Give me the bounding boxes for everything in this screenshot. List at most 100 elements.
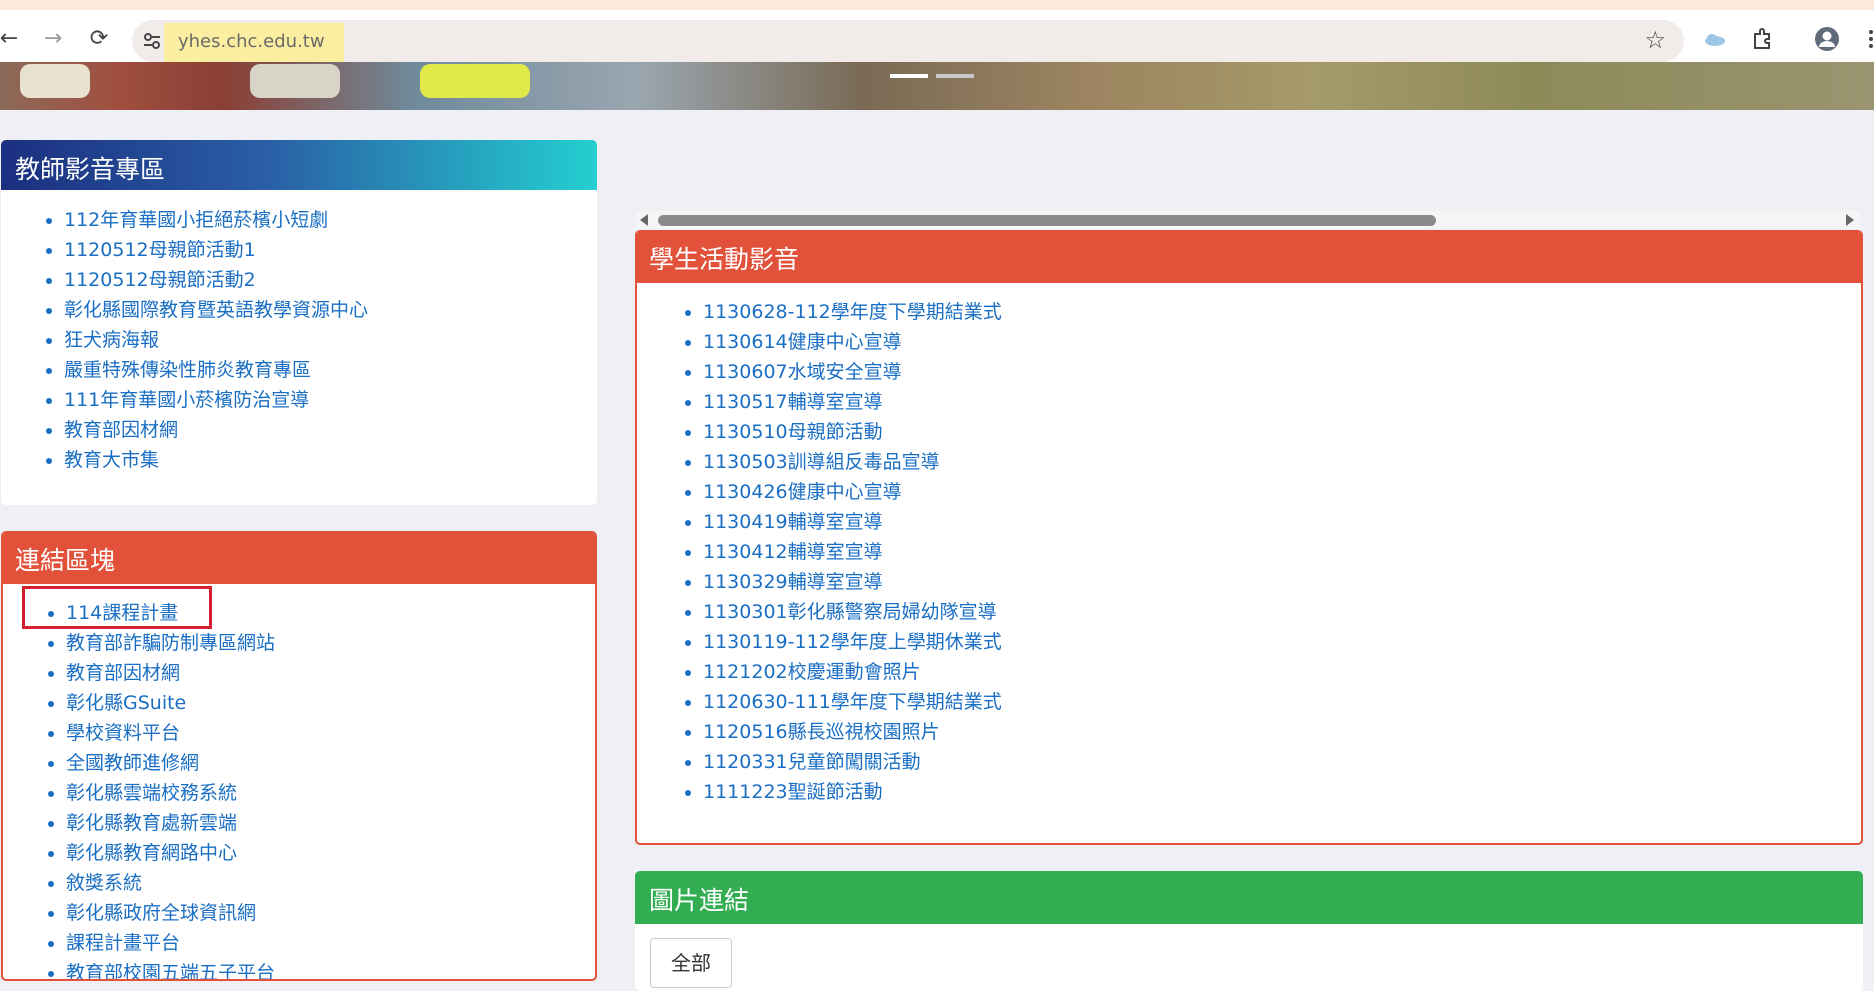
link-text[interactable]: 1120512母親節活動1 [64,239,256,261]
link-text[interactable]: 1130419輔導室宣導 [703,511,883,533]
list-item[interactable]: 教育部因材網 [66,658,595,688]
link-text[interactable]: 嚴重特殊傳染性肺炎教育專區 [64,359,311,381]
list-item[interactable]: 1130419輔導室宣導 [703,507,1861,537]
list-item[interactable]: 彰化縣政府全球資訊網 [66,898,595,928]
list-item[interactable]: 教育大市集 [64,445,597,475]
link-text[interactable]: 彰化縣教育網路中心 [66,842,237,864]
extensions-puzzle-icon[interactable] [1748,24,1778,54]
link-text[interactable]: 1130517輔導室宣導 [703,391,883,413]
link-text[interactable]: 1130510母親節活動 [703,421,883,443]
list-item[interactable]: 1130517輔導室宣導 [703,387,1861,417]
list-item[interactable]: 1130503訓導組反毒品宣導 [703,447,1861,477]
link-text[interactable]: 1130412輔導室宣導 [703,541,883,563]
list-item[interactable]: 全國教師進修網 [66,748,595,778]
address-bar[interactable]: yhes.chc.edu.tw ☆ [132,20,1684,63]
link-text[interactable]: 教育部校園五端五子平台 [66,962,275,979]
link-text[interactable]: 1120331兒童節闖關活動 [703,751,921,773]
list-item[interactable]: 1121202校慶運動會照片 [703,657,1861,687]
list-item[interactable]: 彰化縣教育處新雲端 [66,808,595,838]
list-item[interactable]: 1120331兒童節闖關活動 [703,747,1861,777]
all-filter-button[interactable]: 全部 [650,938,732,988]
link-text[interactable]: 彰化縣政府全球資訊網 [66,902,256,924]
list-item[interactable]: 1130119-112學年度上學期休業式 [703,627,1861,657]
horizontal-scrollbar[interactable] [636,211,1860,229]
link-text[interactable]: 彰化縣教育處新雲端 [66,812,237,834]
link-text[interactable]: 1121202校慶運動會照片 [703,661,921,683]
teacher-video-panel: 教師影音專區 112年育華國小拒絕菸檳小短劇 1120512母親節活動1 112… [1,140,597,505]
list-item[interactable]: 112年育華國小拒絕菸檳小短劇 [64,205,597,235]
link-text[interactable]: 全國教師進修網 [66,752,199,774]
list-item[interactable]: 1120512母親節活動2 [64,265,597,295]
list-item[interactable]: 1130607水域安全宣導 [703,357,1861,387]
bookmark-star-icon[interactable]: ☆ [1644,26,1666,54]
list-item[interactable]: 彰化縣教育網路中心 [66,838,595,868]
list-item[interactable]: 狂犬病海報 [64,325,597,355]
list-item[interactable]: 敘獎系統 [66,868,595,898]
link-text[interactable]: 教育部詐騙防制專區網站 [66,632,275,654]
list-item[interactable]: 1111223聖誕節活動 [703,777,1861,807]
list-item[interactable]: 課程計畫平台 [66,928,595,958]
list-item[interactable]: 1120512母親節活動1 [64,235,597,265]
link-text[interactable]: 教育部因材網 [66,662,180,684]
list-item[interactable]: 1130329輔導室宣導 [703,567,1861,597]
link-text[interactable]: 1130607水域安全宣導 [703,361,902,383]
menu-more-icon[interactable] [1856,24,1874,54]
forward-icon[interactable]: → [38,24,68,54]
list-item[interactable]: 1130426健康中心宣導 [703,477,1861,507]
link-text[interactable]: 教育大市集 [64,449,159,471]
link-text[interactable]: 1120516縣長巡視校園照片 [703,721,940,743]
list-item[interactable]: 1130628-112學年度下學期結業式 [703,297,1861,327]
list-item[interactable]: 1130412輔導室宣導 [703,537,1861,567]
link-text[interactable]: 狂犬病海報 [64,329,159,351]
reload-icon[interactable]: ⟳ [84,24,114,54]
link-text[interactable]: 教育部因材網 [64,419,178,441]
list-item[interactable]: 彰化縣雲端校務系統 [66,778,595,808]
image-links-panel: 圖片連結 全部 [635,871,1863,991]
profile-avatar-icon[interactable] [1812,24,1842,54]
highlight-annotation-box [22,586,212,629]
list-item[interactable]: 教育部詐騙防制專區網站 [66,628,595,658]
list-item[interactable]: 教育部校園五端五子平台 [66,958,595,979]
student-video-panel: 學生活動影音 1130628-112學年度下學期結業式 1130614健康中心宣… [635,230,1863,845]
link-text[interactable]: 1120512母親節活動2 [64,269,256,291]
panel-title: 教師影音專區 [1,140,597,190]
link-text[interactable]: 112年育華國小拒絕菸檳小短劇 [64,209,328,231]
cloud-extension-icon[interactable] [1700,24,1730,54]
link-text[interactable]: 1130628-112學年度下學期結業式 [703,301,1002,323]
list-item[interactable]: 1130510母親節活動 [703,417,1861,447]
link-text[interactable]: 1130329輔導室宣導 [703,571,883,593]
links-list: 114課程計畫 教育部詐騙防制專區網站 教育部因材網 彰化縣GSuite 學校資… [3,584,595,979]
link-text[interactable]: 1130301彰化縣警察局婦幼隊宣導 [703,601,997,623]
list-item[interactable]: 1130301彰化縣警察局婦幼隊宣導 [703,597,1861,627]
link-text[interactable]: 課程計畫平台 [66,932,180,954]
list-item[interactable]: 嚴重特殊傳染性肺炎教育專區 [64,355,597,385]
link-text[interactable]: 彰化縣雲端校務系統 [66,782,237,804]
site-info-icon[interactable] [142,31,162,51]
slide-indicator[interactable] [936,74,974,78]
url-text[interactable]: yhes.chc.edu.tw [178,31,325,52]
list-item[interactable]: 1120516縣長巡視校園照片 [703,717,1861,747]
link-text[interactable]: 學校資料平台 [66,722,180,744]
list-item[interactable]: 教育部因材網 [64,415,597,445]
list-item[interactable]: 學校資料平台 [66,718,595,748]
list-item[interactable]: 111年育華國小菸檳防治宣導 [64,385,597,415]
link-text[interactable]: 1130119-112學年度上學期休業式 [703,631,1002,653]
list-item[interactable]: 1130614健康中心宣導 [703,327,1861,357]
link-text[interactable]: 彰化縣國際教育暨英語教學資源中心 [64,299,368,321]
link-text[interactable]: 1130426健康中心宣導 [703,481,902,503]
list-item[interactable]: 彰化縣GSuite [66,688,595,718]
link-text[interactable]: 1111223聖誕節活動 [703,781,883,803]
scrollbar-thumb[interactable] [658,215,1436,226]
link-text[interactable]: 敘獎系統 [66,872,142,894]
list-item[interactable]: 彰化縣國際教育暨英語教學資源中心 [64,295,597,325]
link-text[interactable]: 111年育華國小菸檳防治宣導 [64,389,309,411]
back-icon[interactable]: ← [0,24,24,54]
link-text[interactable]: 1120630-111學年度下學期結業式 [703,691,1002,713]
scroll-left-arrow-icon[interactable] [640,214,648,226]
link-text[interactable]: 彰化縣GSuite [66,692,186,714]
scroll-right-arrow-icon[interactable] [1846,214,1854,226]
list-item[interactable]: 1120630-111學年度下學期結業式 [703,687,1861,717]
slide-indicator-active[interactable] [890,74,928,78]
link-text[interactable]: 1130614健康中心宣導 [703,331,902,353]
link-text[interactable]: 1130503訓導組反毒品宣導 [703,451,940,473]
